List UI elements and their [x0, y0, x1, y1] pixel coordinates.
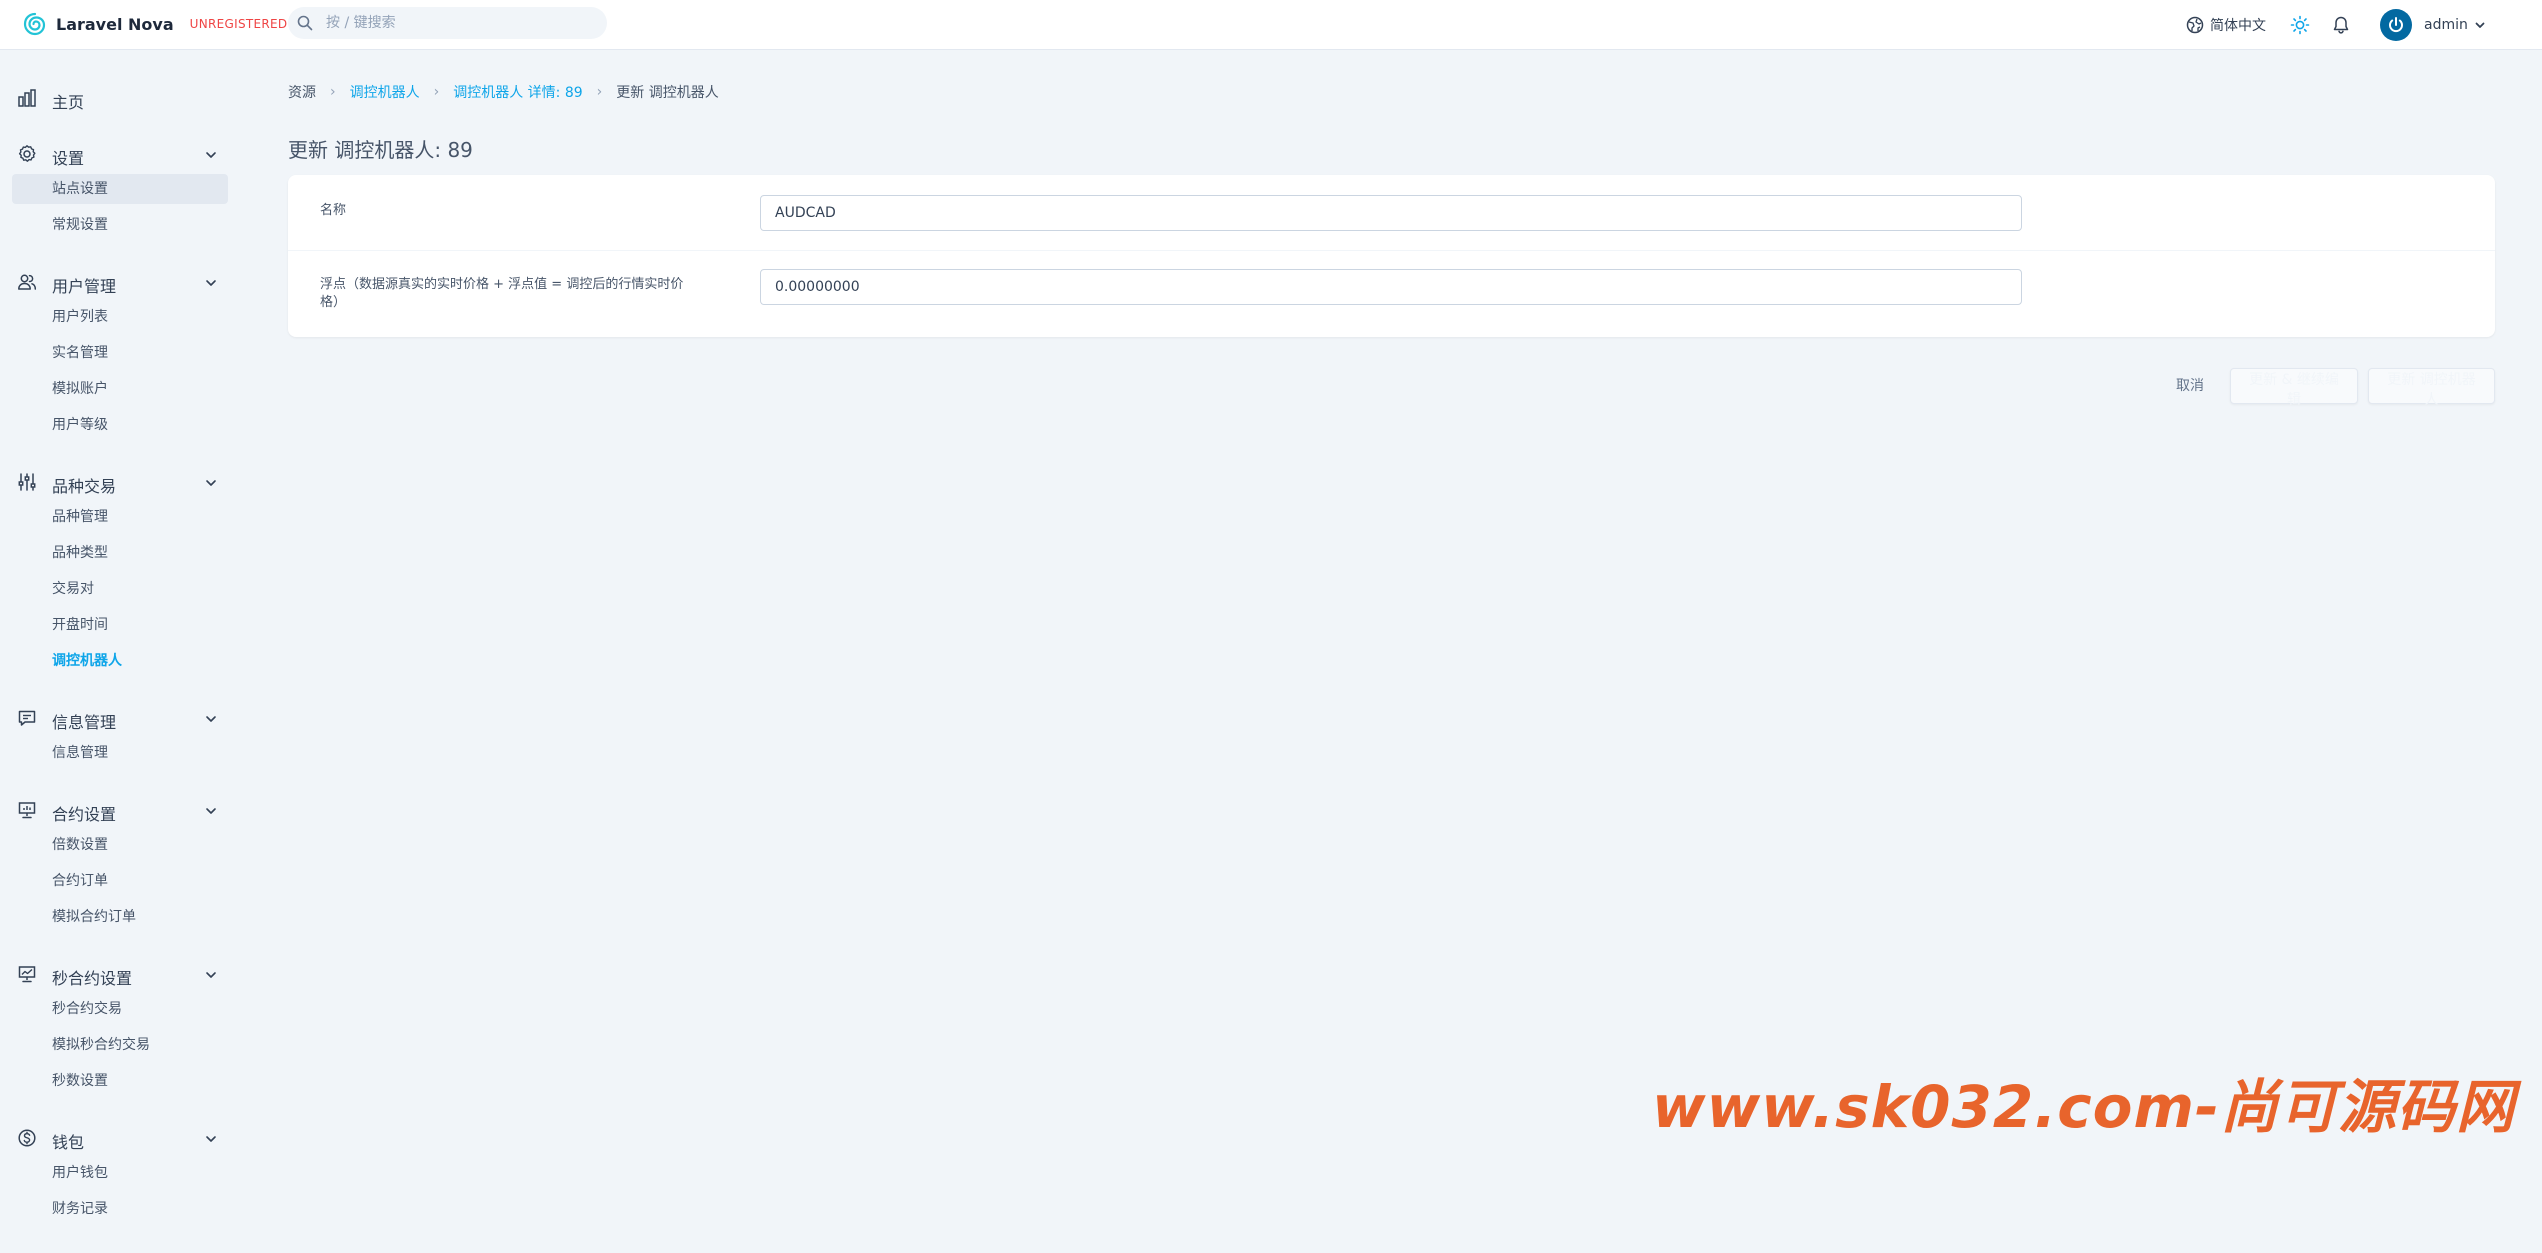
sidebar-group-label: 秒合约设置	[52, 969, 133, 988]
page-title: 更新 调控机器人: 89	[288, 138, 473, 162]
sidebar-item-label: 主页	[52, 93, 85, 112]
sidebar-item-symbol-types[interactable]: 品种类型	[12, 538, 228, 568]
notifications-button[interactable]	[2331, 0, 2351, 50]
trend-chart-icon	[18, 966, 36, 983]
sidebar-group-label: 钱包	[52, 1133, 85, 1152]
float-label: 浮点（数据源真实的实时价格 + 浮点值 = 调控后的行情实时价格）	[320, 277, 684, 310]
adjustments-icon	[18, 473, 36, 491]
language-switcher[interactable]: 简体中文	[2186, 0, 2266, 50]
chevron-down-icon	[206, 808, 216, 814]
chevron-down-icon	[2475, 22, 2485, 28]
sidebar-item-seconds-settings[interactable]: 秒数设置	[12, 1066, 228, 1096]
chevron-right-icon: ›	[433, 84, 440, 100]
sidebar: 主页 设置 站点设置 常规设置 用户管理 用户列表 实名管理 模拟账户 用户等级	[0, 50, 240, 1253]
breadcrumb: 资源 › 调控机器人 › 调控机器人 详情: 89 › 更新 调控机器人	[288, 82, 719, 102]
sidebar-item-user-list[interactable]: 用户列表	[12, 302, 228, 332]
breadcrumb-robot-detail-link[interactable]: 调控机器人 详情: 89	[453, 82, 582, 102]
chevron-right-icon: ›	[330, 84, 336, 100]
dollar-icon	[18, 1129, 36, 1147]
bar-chart-icon	[18, 89, 36, 107]
sidebar-item-financial-records[interactable]: 财务记录	[12, 1194, 228, 1224]
cancel-button[interactable]: 取消	[2168, 368, 2212, 404]
chevron-right-icon: ›	[596, 84, 603, 100]
edit-form-card: 名称 浮点（数据源真实的实时价格 + 浮点值 = 调控后的行情实时价格）	[288, 175, 2495, 337]
globe-icon	[2186, 16, 2204, 34]
float-field[interactable]	[760, 269, 2022, 305]
avatar	[2380, 9, 2412, 41]
sidebar-group-label: 信息管理	[52, 713, 117, 732]
sidebar-group-users[interactable]: 用户管理	[0, 264, 240, 300]
chevron-down-icon	[206, 972, 216, 978]
power-avatar-icon	[2389, 17, 2403, 33]
sidebar-group-label: 设置	[52, 149, 85, 168]
top-header: Laravel Nova UNREGISTERED 简体中文	[0, 0, 2542, 50]
bell-icon	[2333, 16, 2349, 34]
user-name: admin	[2424, 17, 2468, 33]
sidebar-item-general-settings[interactable]: 常规设置	[12, 210, 228, 240]
sidebar-item-contract-orders[interactable]: 合约订单	[12, 866, 228, 896]
users-icon	[18, 274, 37, 290]
sidebar-item-demo-accounts[interactable]: 模拟账户	[12, 374, 228, 404]
global-search[interactable]	[288, 7, 607, 39]
breadcrumb-resources: 资源	[288, 85, 316, 101]
sidebar-item-kyc[interactable]: 实名管理	[12, 338, 228, 368]
chevron-down-icon	[206, 1136, 216, 1142]
form-row-name: 名称	[288, 175, 2495, 251]
name-field[interactable]	[760, 195, 2022, 231]
name-label: 名称	[320, 203, 347, 218]
brand-name: Laravel Nova	[56, 14, 174, 34]
search-input[interactable]	[326, 7, 596, 39]
sidebar-item-opening-hours[interactable]: 开盘时间	[12, 610, 228, 640]
language-label: 简体中文	[2210, 18, 2266, 34]
sidebar-item-demo-contract-orders[interactable]: 模拟合约订单	[12, 902, 228, 932]
user-menu[interactable]: admin	[2380, 0, 2486, 50]
brand[interactable]: Laravel Nova UNREGISTERED	[22, 11, 287, 37]
watermark-text: www.sk032.com-尚可源码网	[1652, 1073, 2516, 1141]
sidebar-item-symbols[interactable]: 品种管理	[12, 502, 228, 532]
sidebar-item-dashboard[interactable]: 主页	[0, 80, 240, 116]
sidebar-group-label: 用户管理	[52, 277, 117, 296]
breadcrumb-current: 更新 调控机器人	[616, 85, 719, 101]
sidebar-item-user-wallets[interactable]: 用户钱包	[12, 1158, 228, 1188]
sidebar-item-site-settings[interactable]: 站点设置	[12, 174, 228, 204]
update-robot-button[interactable]: 更新 调控机器人	[2368, 368, 2495, 408]
sidebar-item-message-management[interactable]: 信息管理	[12, 738, 228, 768]
breadcrumb-robots-link[interactable]: 调控机器人	[350, 82, 420, 102]
chevron-down-icon	[206, 280, 216, 286]
chevron-down-icon	[206, 716, 216, 722]
sidebar-item-demo-second-trades[interactable]: 模拟秒合约交易	[12, 1030, 228, 1060]
sidebar-group-label: 品种交易	[52, 477, 117, 496]
sidebar-item-leverage[interactable]: 倍数设置	[12, 830, 228, 860]
nova-logo-icon	[23, 12, 46, 36]
chevron-down-icon	[206, 480, 216, 486]
sidebar-group-trading[interactable]: 品种交易	[0, 464, 240, 500]
sun-icon	[2290, 15, 2310, 35]
sidebar-group-second-contracts[interactable]: 秒合约设置	[0, 956, 240, 992]
sidebar-group-wallet[interactable]: 钱包	[0, 1120, 240, 1156]
sidebar-item-second-trades[interactable]: 秒合约交易	[12, 994, 228, 1024]
theme-toggle-button[interactable]	[2290, 0, 2310, 50]
unregistered-badge: UNREGISTERED	[189, 17, 288, 31]
sidebar-group-label: 合约设置	[52, 805, 117, 824]
sidebar-item-user-levels[interactable]: 用户等级	[12, 410, 228, 440]
update-continue-button[interactable]: 更新 & 继续编辑	[2230, 368, 2358, 408]
chevron-down-icon	[206, 152, 216, 158]
form-row-float: 浮点（数据源真实的实时价格 + 浮点值 = 调控后的行情实时价格）	[288, 251, 2495, 337]
sidebar-group-contracts[interactable]: 合约设置	[0, 792, 240, 828]
presentation-icon	[18, 802, 36, 819]
sidebar-item-trading-pairs[interactable]: 交易对	[12, 574, 228, 604]
sidebar-item-control-robot[interactable]: 调控机器人	[12, 646, 228, 676]
sidebar-group-settings[interactable]: 设置	[0, 136, 240, 172]
chat-icon	[18, 710, 36, 726]
sidebar-group-messages[interactable]: 信息管理	[0, 700, 240, 736]
gear-icon	[18, 145, 36, 162]
search-icon	[297, 15, 313, 31]
